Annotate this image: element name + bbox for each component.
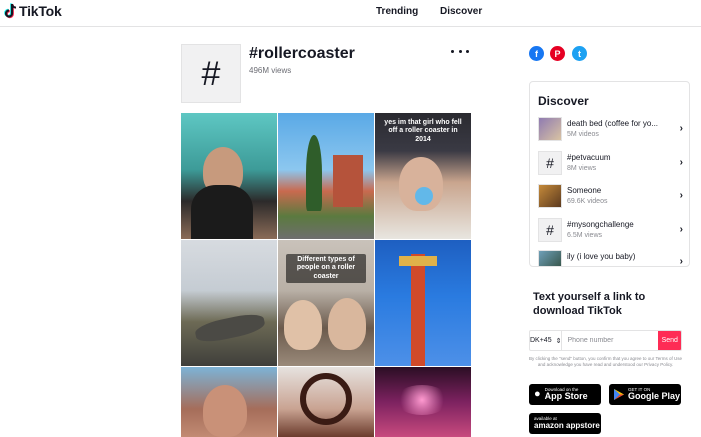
phone-number-input[interactable]: [562, 331, 659, 350]
discover-item[interactable]: death bed (coffee for yo... 5M videos ›: [538, 117, 683, 143]
video-thumbnail[interactable]: [375, 240, 471, 366]
nav-trending-link[interactable]: Trending: [376, 6, 418, 17]
chevron-right-icon: ›: [679, 224, 683, 235]
app-store-label: Download on the App Store: [544, 387, 588, 402]
hashtag-thumbnail: #: [538, 218, 562, 242]
discover-item[interactable]: Someone 69.6K videos ›: [538, 184, 683, 210]
app-store-button[interactable]: ● Download on the App Store: [529, 384, 601, 405]
top-nav: TikTok Trending Discover: [0, 0, 701, 27]
logo-text: TikTok: [19, 3, 62, 19]
video-caption: yes im that girl who fell off a roller c…: [384, 119, 462, 143]
twitter-share-icon[interactable]: t: [572, 46, 587, 61]
video-thumbnail[interactable]: [375, 367, 471, 437]
discover-item-name: #mysongchallenge: [567, 220, 634, 229]
discover-item-count: 5M videos: [567, 131, 599, 138]
video-thumbnail[interactable]: yes im that girl who fell off a roller c…: [375, 113, 471, 239]
video-person-shirt: [191, 185, 253, 239]
amazon-big-text: amazon appstore: [534, 420, 600, 430]
video-thumbnail[interactable]: [278, 367, 374, 437]
amazon-appstore-button[interactable]: available at amazon appstore: [529, 413, 601, 434]
apple-icon: ●: [534, 388, 541, 400]
discover-item-name: #petvacuum: [567, 153, 611, 162]
discover-item-count: 69.6K videos: [567, 198, 608, 205]
select-arrows-icon: ⇕: [555, 337, 562, 345]
discover-panel: Discover death bed (coffee for yo... 5M …: [529, 81, 690, 267]
send-button[interactable]: Send: [658, 331, 681, 350]
video-ride-tower: [411, 254, 425, 366]
video-loop: [300, 373, 352, 425]
more-dot-icon: [466, 49, 469, 53]
tiktok-logo[interactable]: TikTok: [4, 3, 62, 19]
video-person: [328, 298, 366, 350]
discover-item[interactable]: # #mysongchallenge 6.5M views ›: [538, 218, 683, 244]
music-thumbnail: [538, 184, 562, 208]
discover-item-count: 6.5M views: [567, 232, 603, 239]
video-cotton-candy: [415, 187, 433, 205]
more-options-button[interactable]: [451, 46, 469, 56]
discover-item[interactable]: # #petvacuum 8M views ›: [538, 151, 683, 177]
video-grid: yes im that girl who fell off a roller c…: [181, 113, 471, 437]
video-building: [333, 155, 363, 207]
discover-item-name: death bed (coffee for yo...: [567, 119, 659, 128]
video-thumbnail[interactable]: [278, 113, 374, 239]
video-person: [203, 385, 247, 437]
google-play-big-text: Google Play: [628, 391, 681, 402]
chevron-right-icon: ›: [679, 190, 683, 201]
sms-title: Text yourself a link to download TikTok: [533, 291, 646, 317]
google-play-button[interactable]: GET IT ON Google Play: [609, 384, 681, 405]
discover-title: Discover: [538, 94, 589, 108]
video-lights: [395, 385, 449, 415]
video-track: [193, 310, 267, 346]
video-thumbnail[interactable]: Different types of people on a roller co…: [278, 240, 374, 366]
video-caption: Different types of people on a roller co…: [286, 254, 366, 284]
facebook-share-icon[interactable]: f: [529, 46, 544, 61]
google-play-label: GET IT ON Google Play: [628, 387, 681, 402]
discover-item-name: Someone: [567, 186, 602, 195]
google-play-icon: [614, 389, 624, 400]
country-code-select[interactable]: DK+45 ⇕: [530, 331, 563, 350]
video-ride-arm: [399, 256, 437, 266]
view-count: 496M views: [249, 66, 292, 75]
country-code-value: DK+45: [530, 337, 552, 344]
discover-item-count: 8M views: [567, 165, 597, 172]
nav-discover-link[interactable]: Discover: [440, 6, 482, 17]
video-tree: [306, 135, 322, 211]
sms-form: DK+45 ⇕ Send: [529, 330, 682, 351]
hashtag-symbol: #: [201, 54, 221, 93]
pinterest-share-icon[interactable]: P: [550, 46, 565, 61]
video-person: [284, 300, 322, 350]
music-thumbnail: [538, 117, 562, 141]
video-thumbnail[interactable]: [181, 367, 277, 437]
sms-legal-text: By clicking the "send" button, you confi…: [529, 356, 682, 367]
app-store-big-text: App Store: [544, 391, 588, 402]
hashtag-cover: #: [181, 44, 241, 103]
video-thumbnail[interactable]: [181, 240, 277, 366]
amazon-appstore-label: available at amazon appstore: [534, 417, 600, 430]
tiktok-logo-icon: [4, 3, 17, 19]
page-title: #rollercoaster: [249, 45, 355, 62]
chevron-right-icon: ›: [679, 256, 683, 267]
chevron-right-icon: ›: [679, 157, 683, 168]
more-dot-icon: [451, 49, 454, 53]
hashtag-thumbnail: #: [538, 151, 562, 175]
discover-item-name: ily (i love you baby): [567, 252, 636, 261]
music-thumbnail: [538, 250, 562, 266]
discover-item[interactable]: ily (i love you baby) ›: [538, 250, 683, 267]
chevron-right-icon: ›: [679, 123, 683, 134]
video-thumbnail[interactable]: [181, 113, 277, 239]
more-dot-icon: [458, 49, 462, 53]
